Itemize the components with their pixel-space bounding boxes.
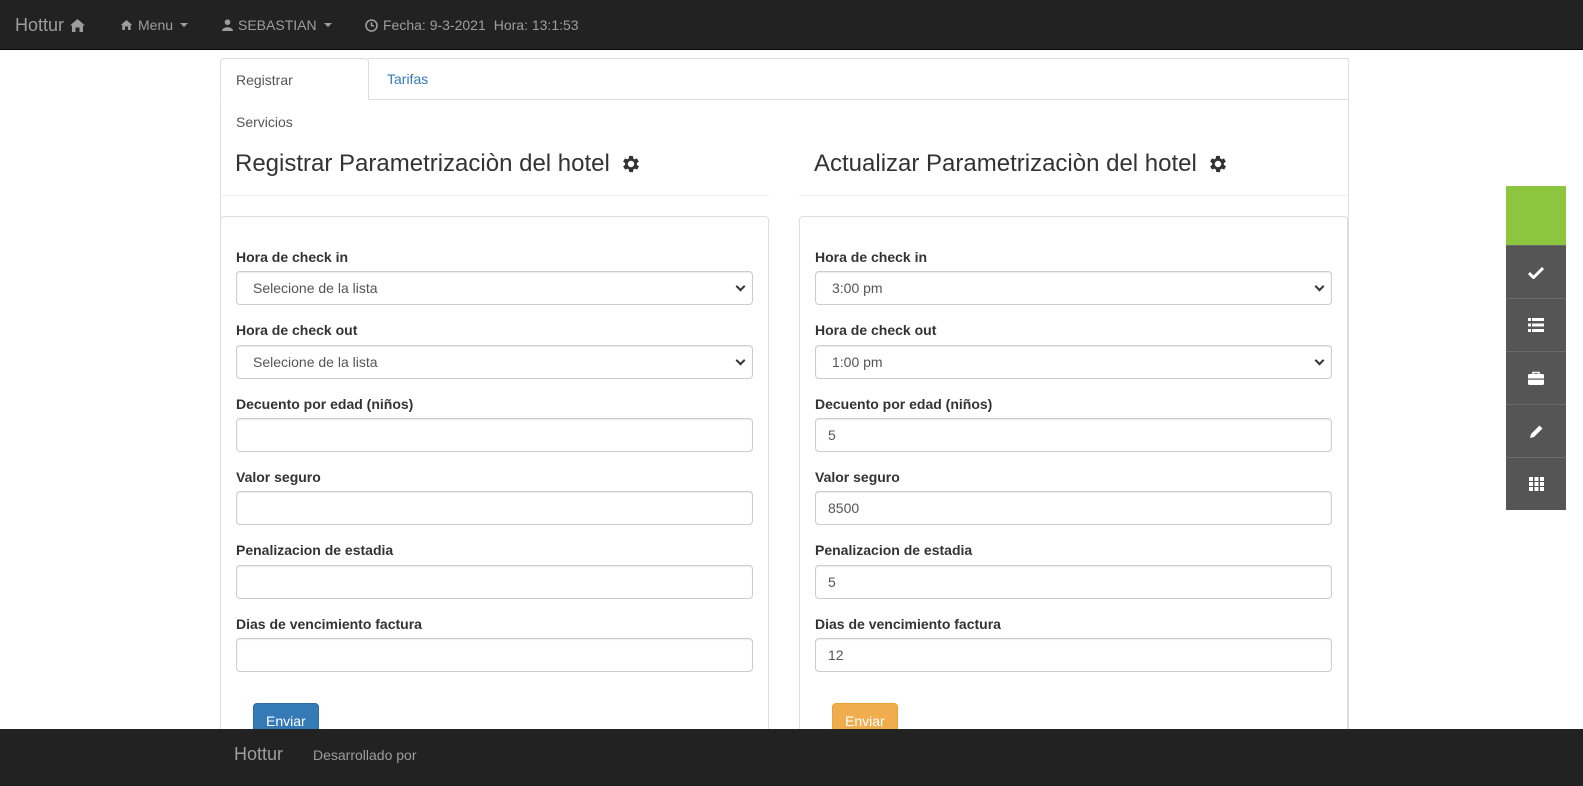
checkout-select[interactable]: 1:00 pm: [815, 345, 1332, 379]
caret-down-icon: [180, 23, 189, 27]
side-check-button[interactable]: [1506, 245, 1566, 298]
insurance-label: Valor seguro: [236, 469, 321, 485]
side-grid-button[interactable]: [1506, 457, 1566, 510]
checkin-select[interactable]: Selecione de la lista: [236, 271, 753, 305]
user-icon: [222, 19, 233, 31]
chevron-down-icon: [735, 281, 746, 292]
gear-icon: [1209, 155, 1226, 173]
side-pencil-button[interactable]: [1506, 404, 1566, 457]
brand-label: Hottur: [15, 15, 65, 35]
side-toolbar-accent[interactable]: [1506, 186, 1566, 245]
caret-down-icon: [323, 23, 332, 27]
divider: [220, 195, 769, 196]
footer-credits: Desarrollado por: [313, 747, 417, 763]
tab-strip-border: [368, 58, 1349, 59]
discount-label: Decuento por edad (niños): [236, 396, 414, 412]
register-form-title: Registrar Parametrizaciòn del hotel: [235, 150, 642, 178]
register-title-text: Registrar Parametrizaciòn del hotel: [235, 150, 610, 177]
checkin-select-value: Selecione de la lista: [253, 280, 378, 296]
checkout-label: Hora de check out: [236, 322, 358, 338]
user-dropdown[interactable]: SEBASTIAN: [222, 0, 332, 50]
footer-brand[interactable]: Hottur: [234, 729, 283, 779]
top-navbar: Hottur Menu SEBASTIAN Fecha: 9-3-2021 Ho…: [0, 0, 1583, 50]
due-days-label: Dias de vencimiento factura: [815, 616, 1001, 632]
chevron-down-icon: [1314, 281, 1325, 292]
footer: Hottur Desarrollado por: [0, 729, 1583, 786]
side-briefcase-button[interactable]: [1506, 351, 1566, 404]
discount-input[interactable]: [236, 418, 753, 452]
home-icon: [70, 18, 86, 32]
checkout-select-value: 1:00 pm: [832, 354, 883, 370]
time-text: Hora: 13:1:53: [493, 17, 579, 33]
chevron-down-icon: [1314, 355, 1325, 366]
briefcase-icon: [1528, 371, 1544, 385]
date-text: Fecha: 9-3-2021: [383, 17, 486, 33]
checkin-label: Hora de check in: [815, 249, 928, 265]
checkout-select-value: Selecione de la lista: [253, 354, 378, 370]
checkin-label: Hora de check in: [236, 249, 349, 265]
tab-registrar-servicios[interactable]: Registrar Servicios: [220, 58, 369, 130]
grid-icon: [1528, 477, 1544, 491]
insurance-label: Valor seguro: [815, 469, 900, 485]
clock-icon: [365, 18, 378, 32]
checkin-select-value: 3:00 pm: [832, 280, 883, 296]
due-days-input[interactable]: [236, 638, 753, 672]
list-icon: [1528, 318, 1544, 332]
chevron-down-icon: [735, 355, 746, 366]
due-days-input[interactable]: 12: [815, 638, 1332, 672]
side-list-button[interactable]: [1506, 298, 1566, 351]
tab-tarifas[interactable]: Tarifas: [372, 58, 443, 100]
side-toolbar: [1506, 186, 1566, 510]
checkout-select[interactable]: Selecione de la lista: [236, 345, 753, 379]
penalty-input[interactable]: 5: [815, 565, 1332, 599]
datetime-display: Fecha: 9-3-2021 Hora: 13:1:53: [365, 0, 579, 50]
gear-icon: [622, 155, 639, 173]
update-form-title: Actualizar Parametrizaciòn del hotel: [814, 150, 1229, 178]
discount-label: Decuento por edad (niños): [815, 396, 993, 412]
penalty-label: Penalizacion de estadia: [815, 542, 973, 558]
insurance-input[interactable]: 8500: [815, 491, 1332, 525]
checkout-label: Hora de check out: [815, 322, 937, 338]
check-icon: [1528, 266, 1544, 279]
brand-link[interactable]: Hottur: [15, 0, 86, 50]
due-days-label: Dias de vencimiento factura: [236, 616, 422, 632]
discount-input[interactable]: 5: [815, 418, 1332, 452]
checkin-select[interactable]: 3:00 pm: [815, 271, 1332, 305]
divider: [799, 195, 1348, 196]
pencil-icon: [1529, 425, 1542, 438]
insurance-input[interactable]: [236, 491, 753, 525]
menu-label: Menu: [138, 17, 174, 33]
update-title-text: Actualizar Parametrizaciòn del hotel: [814, 150, 1197, 177]
penalty-label: Penalizacion de estadia: [236, 542, 394, 558]
penalty-input[interactable]: [236, 565, 753, 599]
home-icon: [120, 20, 133, 30]
menu-dropdown[interactable]: Menu: [120, 0, 189, 50]
user-name: SEBASTIAN: [238, 17, 317, 33]
